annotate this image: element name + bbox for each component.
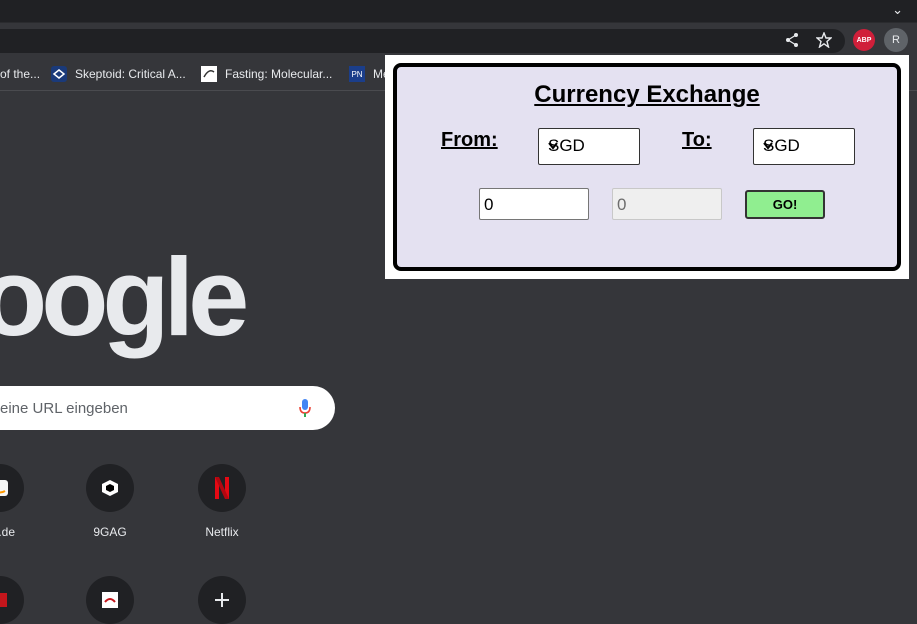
converted-amount-output: 0	[612, 188, 722, 220]
skeptoid-favicon-icon	[51, 66, 67, 82]
page-favicon-icon	[201, 66, 217, 82]
site-favicon-icon	[86, 576, 134, 624]
9gag-icon	[86, 464, 134, 512]
bookmark-label: Skeptoid: Critical A...	[75, 67, 186, 81]
amazon-icon	[0, 464, 24, 512]
chevron-down-icon	[763, 138, 848, 158]
tab-search-chevron-icon[interactable]: ⌄	[892, 1, 903, 19]
extension-popup: Currency Exchange From: SGD To: SGD 0 0 …	[385, 55, 909, 279]
shortcut-tile[interactable]: Netflix	[177, 464, 267, 539]
amount-input[interactable]: 0	[479, 188, 589, 220]
share-icon[interactable]	[782, 30, 802, 50]
search-placeholder: eine URL eingeben	[0, 400, 128, 417]
bookmark-item[interactable]: PN Me	[349, 66, 390, 82]
from-label: From:	[441, 129, 498, 151]
adblock-plus-icon[interactable]: ABP	[853, 29, 875, 51]
bookmark-item[interactable]: Fasting: Molecular...	[201, 66, 332, 82]
add-shortcut-tile[interactable]	[177, 576, 267, 624]
shortcut-tile[interactable]: on.de	[0, 464, 45, 539]
netflix-icon	[198, 464, 246, 512]
address-bar[interactable]	[0, 29, 845, 53]
tab-strip: ⌄	[0, 0, 917, 22]
profile-avatar[interactable]: R	[884, 28, 908, 52]
bookmark-label: of the...	[0, 67, 41, 81]
to-currency-select[interactable]: SGD	[753, 128, 855, 165]
shortcut-tile[interactable]	[65, 576, 155, 624]
google-logo: oogle	[0, 236, 249, 359]
bookmark-item[interactable]: of the...	[0, 66, 40, 82]
plus-icon	[198, 576, 246, 624]
shortcut-label: on.de	[0, 525, 16, 539]
shortcut-label: 9GAG	[93, 525, 127, 539]
chevron-down-icon	[548, 138, 633, 158]
to-label: To:	[682, 129, 712, 151]
bookmark-item[interactable]: Skeptoid: Critical A...	[51, 66, 186, 82]
shortcut-tile[interactable]: 9GAG	[65, 464, 155, 539]
bookmark-star-icon[interactable]	[814, 30, 834, 50]
microphone-icon[interactable]	[298, 398, 312, 423]
popup-title: Currency Exchange	[534, 81, 760, 108]
site-favicon-icon	[0, 576, 24, 624]
go-button[interactable]: GO!	[745, 190, 825, 219]
pnas-favicon-icon: PN	[349, 66, 365, 82]
browser-toolbar	[0, 22, 917, 58]
from-currency-select[interactable]: SGD	[538, 128, 640, 165]
currency-exchange-panel: Currency Exchange From: SGD To: SGD 0 0 …	[393, 63, 901, 271]
shortcut-label: Netflix	[205, 525, 239, 539]
shortcut-tile[interactable]	[0, 576, 45, 624]
ntp-search-box[interactable]: eine URL eingeben	[0, 386, 335, 430]
bookmark-label: Fasting: Molecular...	[225, 67, 333, 81]
